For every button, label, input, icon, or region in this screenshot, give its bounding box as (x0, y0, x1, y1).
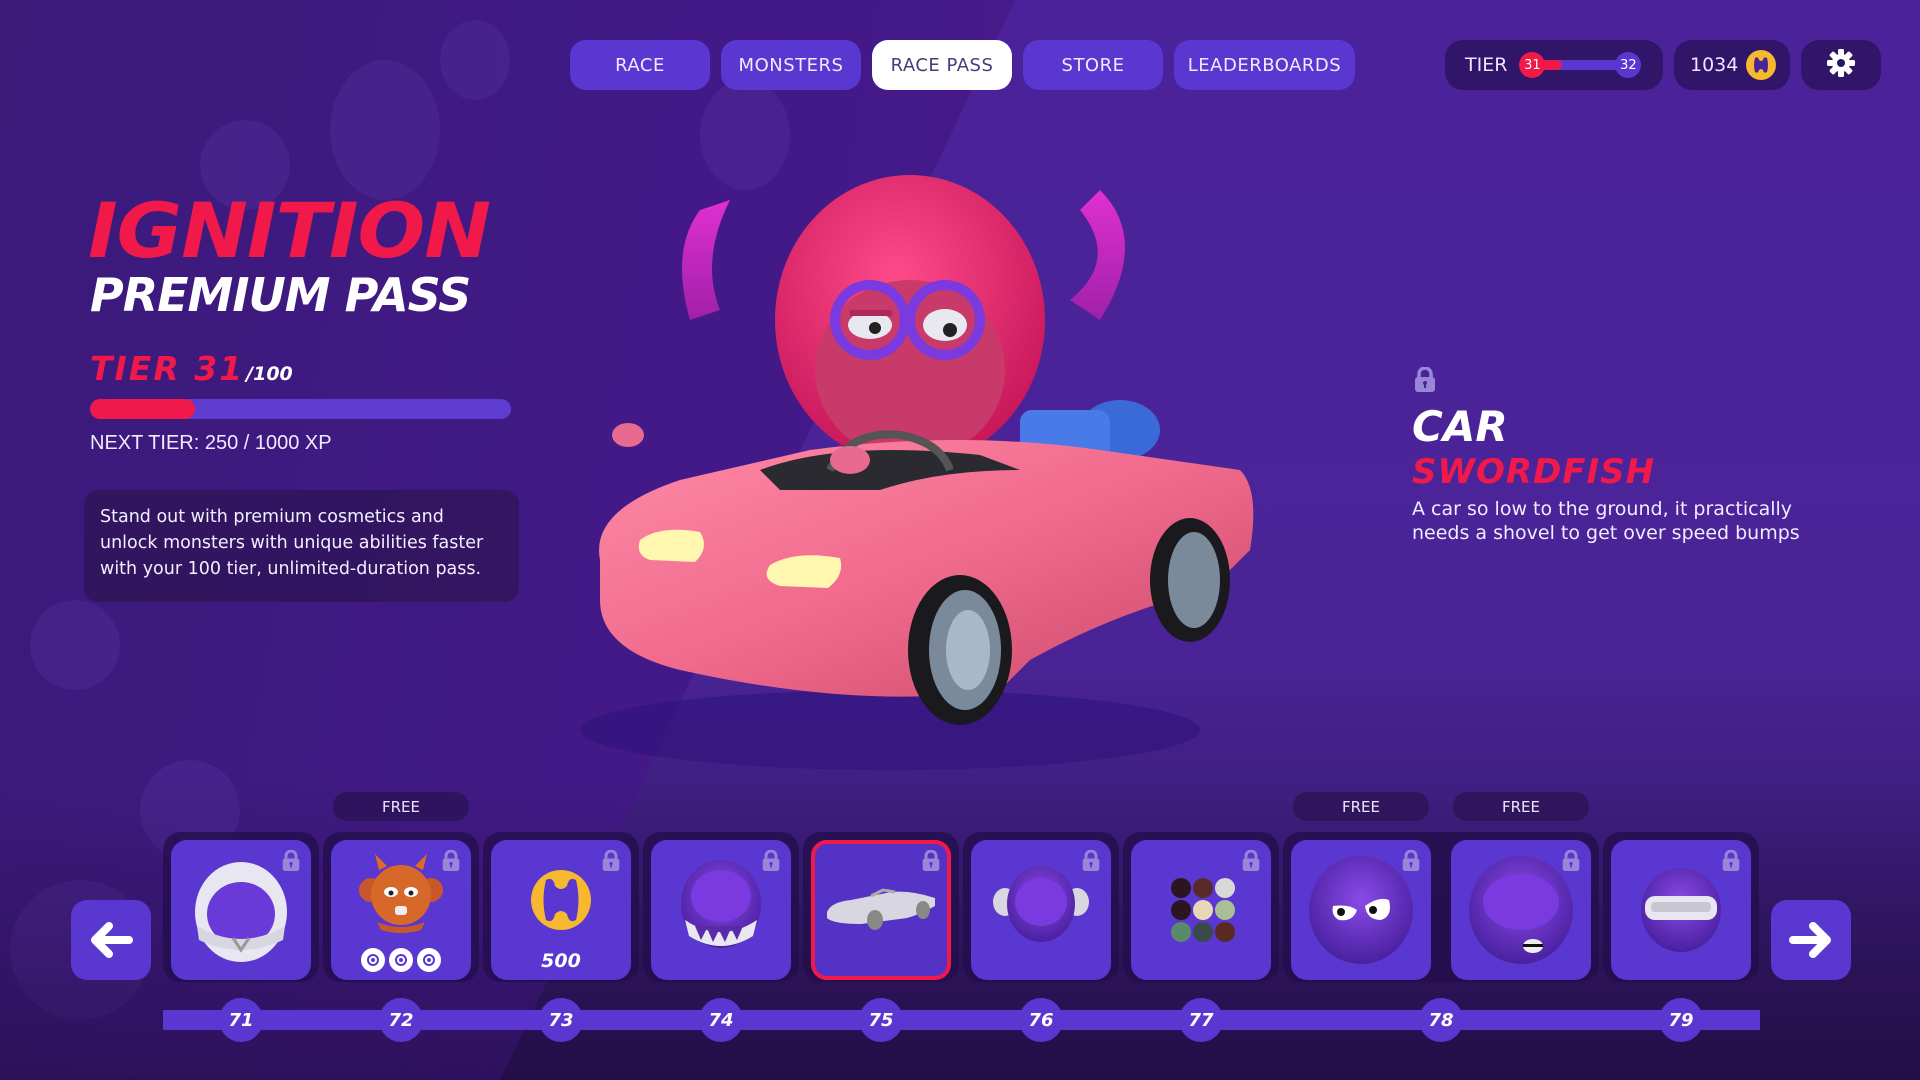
lock-icon (921, 849, 941, 876)
settings-button[interactable] (1801, 40, 1881, 90)
free-tag: FREE (1293, 792, 1429, 821)
selected-item-name: SWORDFISH (1412, 452, 1656, 492)
reward-card-helmet-ears[interactable] (971, 840, 1111, 980)
tab-monsters[interactable]: MONSTERS (721, 40, 861, 90)
coin-balance-pill[interactable]: 1034 (1674, 40, 1790, 90)
reward-card-helmet-white[interactable] (171, 840, 311, 980)
target-ability-icon (361, 948, 385, 972)
lock-icon (1721, 849, 1741, 876)
tab-race-pass[interactable]: RACE PASS (872, 40, 1012, 90)
monster-coin-icon (1746, 50, 1777, 80)
tier-node: 78 (1419, 998, 1463, 1042)
next-tier-badge: 32 (1615, 52, 1642, 78)
reward-card-coins[interactable]: 500 (491, 840, 631, 980)
lock-icon (1081, 849, 1101, 876)
bokeh-decoration (440, 20, 510, 100)
coin-reward-amount: 500 (541, 950, 581, 972)
monster-eye-right (923, 309, 967, 341)
current-tier-badge: 31 (1519, 52, 1546, 78)
reward-card-car[interactable] (811, 840, 951, 980)
reward-card-face-mouth[interactable] (1451, 840, 1591, 980)
tier-progress-pill: TIER 31 32 (1445, 40, 1663, 90)
bokeh-decoration (330, 60, 440, 200)
item-lock-icon (1413, 366, 1437, 397)
lock-icon (281, 849, 301, 876)
palette-swatch (1193, 878, 1213, 898)
scroll-right-button[interactable] (1771, 900, 1851, 980)
palette-swatch (1215, 922, 1235, 942)
pass-description: Stand out with premium cosmetics and unl… (84, 490, 519, 602)
lock-icon (761, 849, 781, 876)
arrow-left-icon (91, 922, 133, 958)
tier-node: 71 (219, 998, 263, 1042)
lock-icon (601, 849, 621, 876)
free-tag: FREE (333, 792, 469, 821)
lock-icon (1561, 849, 1581, 876)
palette-swatch (1171, 900, 1191, 920)
pass-tier-line: TIER 31 /100 (90, 349, 293, 388)
reward-card-monster[interactable] (331, 840, 471, 980)
tier-node: 74 (699, 998, 743, 1042)
selected-item-type: CAR (1412, 402, 1508, 451)
palette-swatch (1193, 900, 1213, 920)
pass-subtitle: PREMIUM PASS (90, 268, 471, 322)
tab-store[interactable]: STORE (1023, 40, 1163, 90)
bokeh-decoration (30, 600, 120, 690)
monster-horn-left (682, 200, 730, 320)
palette-swatch (1193, 922, 1213, 942)
gear-ability-icon (417, 948, 441, 972)
main-nav: RACE MONSTERS RACE PASS STORE LEADERBOAR… (570, 40, 1355, 90)
gear-icon (1826, 48, 1856, 82)
pass-progress-bar (90, 399, 511, 419)
car-mirror-right (830, 446, 870, 474)
car-mirror-left (612, 423, 644, 447)
monster-horn-right (1070, 190, 1125, 320)
palette-swatch (1215, 900, 1235, 920)
car-shadow (580, 690, 1200, 770)
tier-node: 72 (379, 998, 423, 1042)
lock-icon (441, 849, 461, 876)
pass-title: IGNITION (88, 186, 491, 275)
tab-leaderboards[interactable]: LEADERBOARDS (1174, 40, 1355, 90)
tier-node: 75 (859, 998, 903, 1042)
reward-card-color-palette[interactable] (1131, 840, 1271, 980)
lock-icon (1401, 849, 1421, 876)
tier-label: TIER (1465, 54, 1508, 76)
reward-card-helmet-teeth[interactable] (651, 840, 791, 980)
next-tier-xp: NEXT TIER: 250 / 1000 XP (90, 432, 332, 454)
monster-abilities (331, 948, 471, 972)
palette-swatch (1171, 878, 1191, 898)
tier-node: 73 (539, 998, 583, 1042)
pass-current-tier: TIER 31 (90, 349, 245, 388)
scroll-left-button[interactable] (71, 900, 151, 980)
coin-balance: 1034 (1690, 54, 1739, 76)
reward-card-face-eyes[interactable] (1291, 840, 1431, 980)
selected-item-description: A car so low to the ground, it practical… (1412, 498, 1800, 544)
pass-progress-fill (90, 399, 196, 419)
tier-node: 76 (1019, 998, 1063, 1042)
free-tag: FREE (1453, 792, 1589, 821)
hero-preview[interactable] (560, 170, 1300, 790)
tab-race[interactable]: RACE (570, 40, 710, 90)
hammer-ability-icon (389, 948, 413, 972)
palette-swatch (1171, 922, 1191, 942)
palette-swatch (1215, 878, 1235, 898)
pass-max-tier: /100 (246, 363, 293, 385)
tier-node: 77 (1179, 998, 1223, 1042)
lock-icon (1241, 849, 1261, 876)
arrow-right-icon (1789, 922, 1831, 958)
reward-card-helmet-visor[interactable] (1611, 840, 1751, 980)
tier-node: 79 (1659, 998, 1703, 1042)
mini-tier-progress: 31 32 (1519, 52, 1642, 78)
